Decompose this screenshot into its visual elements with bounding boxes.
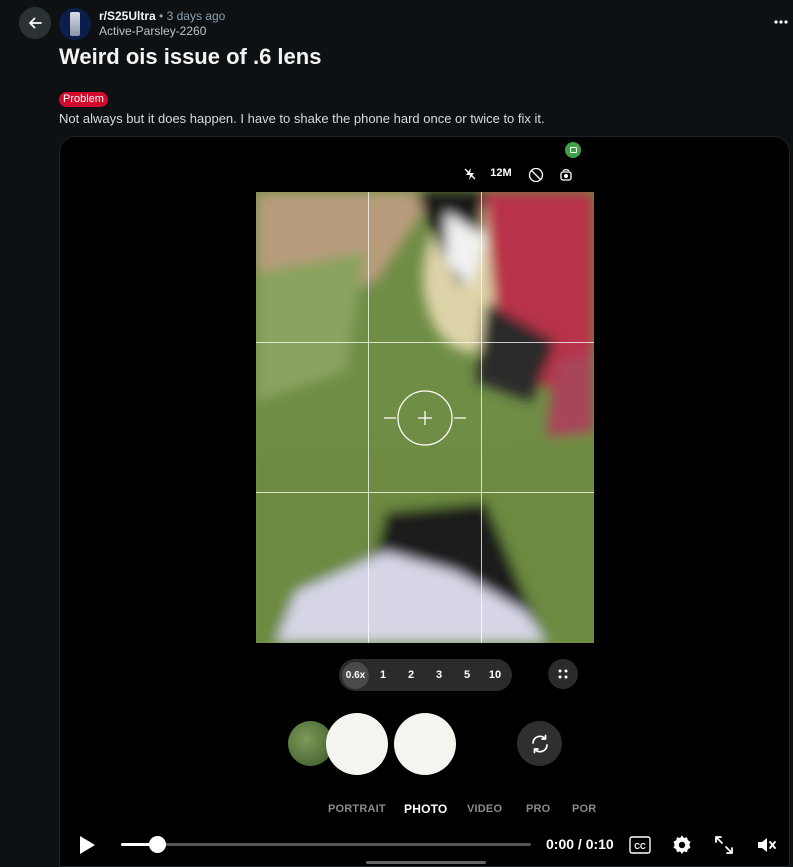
fullscreen-icon <box>715 836 733 854</box>
home-indicator <box>366 861 486 864</box>
zoom-option-2[interactable]: 2 <box>397 669 425 681</box>
flash-off-icon <box>458 167 482 181</box>
post-body: Not always but it does happen. I have to… <box>59 111 545 126</box>
settings-gear-icon <box>673 835 691 854</box>
post-title: Weird ois issue of .6 lens <box>59 44 322 69</box>
shutter-button[interactable] <box>394 713 456 775</box>
subreddit-avatar[interactable] <box>59 8 91 40</box>
more-options-icon <box>774 20 788 24</box>
grid-dots-icon <box>558 669 568 679</box>
post-flair[interactable]: Problem <box>59 92 108 107</box>
subreddit-name[interactable]: r/S25Ultra <box>99 9 156 23</box>
zoom-option-0-6[interactable]: 0.6x <box>342 661 369 689</box>
more-options-button[interactable] <box>771 12 791 32</box>
captions-button[interactable]: CC <box>628 833 652 857</box>
secondary-shutter[interactable] <box>326 713 388 775</box>
play-button[interactable] <box>74 833 98 857</box>
progress-knob[interactable] <box>149 836 166 853</box>
zoom-option-5[interactable]: 5 <box>453 669 481 681</box>
back-arrow-icon <box>29 17 42 29</box>
mode-portrait[interactable]: PORTRAIT <box>328 803 386 815</box>
switch-camera-icon <box>531 734 548 753</box>
zoom-selector: 0.6x 1 2 3 5 10 <box>339 659 512 691</box>
mode-video[interactable]: VIDEO <box>467 803 502 815</box>
author-name[interactable]: Active-Parsley-2260 <box>99 24 225 39</box>
svg-text:CC: CC <box>634 842 646 851</box>
timer-icon <box>524 167 548 183</box>
post-time: 3 days ago <box>166 9 226 23</box>
settings-button[interactable] <box>670 833 694 857</box>
camera-viewfinder <box>256 192 594 643</box>
zoom-option-10[interactable]: 10 <box>481 669 509 681</box>
zoom-option-3[interactable]: 3 <box>425 669 453 681</box>
play-icon <box>80 836 95 854</box>
switch-camera-button[interactable] <box>517 721 562 766</box>
zoom-option-1[interactable]: 1 <box>369 669 397 681</box>
post-meta: r/S25Ultra • 3 days ago Active-Parsley-2… <box>99 9 225 39</box>
captions-icon: CC <box>629 836 651 854</box>
focus-reticle-icon <box>384 390 466 446</box>
mute-button[interactable] <box>754 833 778 857</box>
mute-icon <box>758 838 776 852</box>
timecode: 0:00 / 0:10 <box>546 836 614 852</box>
mode-photo[interactable]: PHOTO <box>404 802 447 816</box>
progress-bar[interactable] <box>121 836 531 853</box>
motion-photo-icon <box>554 167 578 183</box>
mode-portrait-partial[interactable]: POR <box>572 803 596 815</box>
back-button[interactable] <box>19 7 51 39</box>
meta-separator: • <box>159 9 164 23</box>
record-indicator-icon <box>565 142 581 158</box>
resolution-label: 12M <box>490 167 512 179</box>
video-player[interactable]: 12M 0.6x 1 2 3 5 10 PORTRAIT PHOTO VIDEO… <box>59 136 790 867</box>
fullscreen-button[interactable] <box>712 833 736 857</box>
mode-pro[interactable]: PRO <box>526 803 550 815</box>
grid-dots-button[interactable] <box>548 659 578 689</box>
